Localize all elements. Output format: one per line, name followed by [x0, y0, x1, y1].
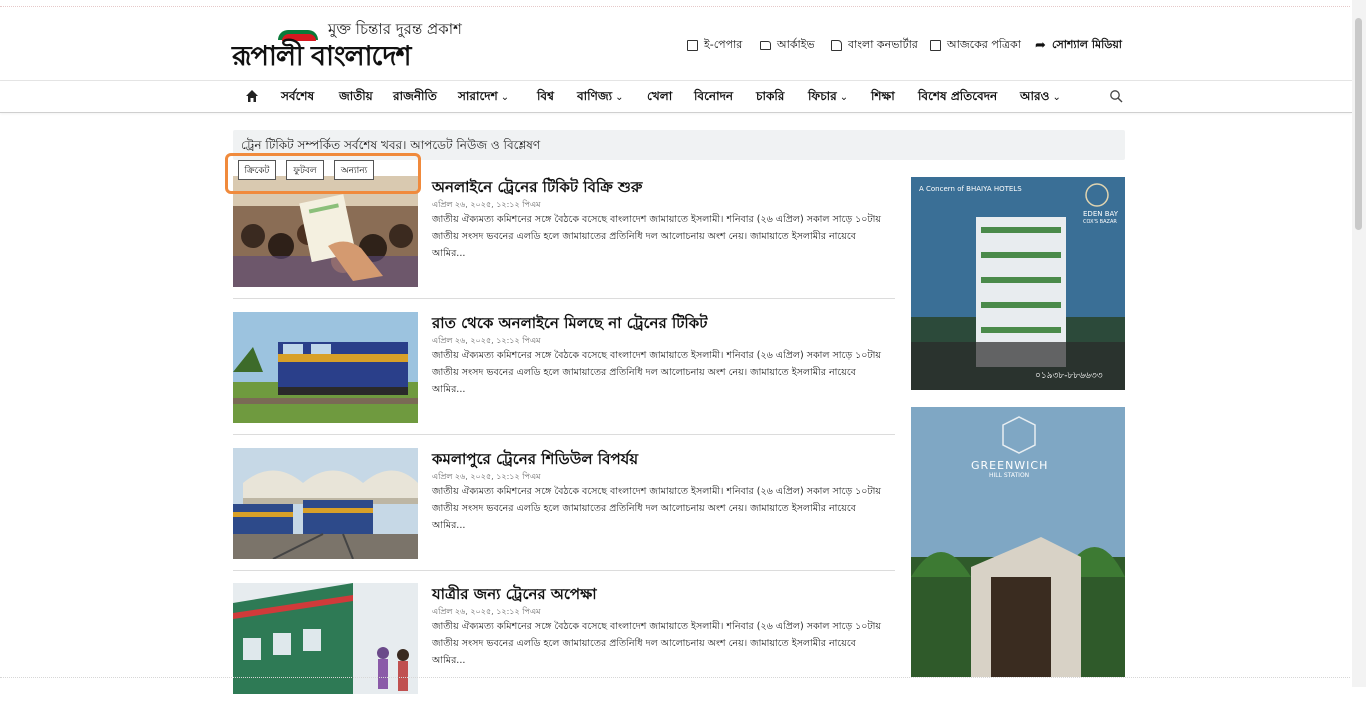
divider — [233, 298, 895, 299]
logo-name: রূপালী বাংলাদেশ — [232, 41, 411, 72]
scrollbar-thumb[interactable] — [1355, 18, 1362, 230]
article-excerpt: জাতীয় ঐক্যমত্য কমিশনের সঙ্গে বৈঠকে বসেছ… — [432, 214, 881, 259]
nav-item-education[interactable]: শিক্ষা — [871, 88, 895, 108]
main-nav: সর্বশেষ জাতীয় রাজনীতি সারাদেশ ⌄ বিশ্ব বা… — [0, 81, 1352, 113]
nav-item-country[interactable]: সারাদেশ ⌄ — [458, 88, 509, 108]
ad-brand: GREENWICH — [971, 459, 1049, 472]
util-link-todays-paper[interactable]: আজকের পত্রিকা — [930, 36, 1021, 55]
nav-item-jobs[interactable]: চাকরি — [756, 88, 784, 108]
article-item[interactable]: রাত থেকে অনলাইনে মিলছে না ট্রেনের টিকিট … — [233, 312, 895, 440]
ad-greenwich[interactable]: GREENWICH HILL STATION — [911, 407, 1125, 677]
chevron-down-icon: ⌄ — [615, 92, 624, 103]
util-link-label: ই-পেপার — [704, 38, 743, 51]
article-excerpt: জাতীয় ঐক্যমত্য কমিশনের সঙ্গে বৈঠকে বসেছ… — [432, 350, 881, 395]
util-link-archive[interactable]: আর্কাইভ — [760, 36, 815, 55]
nav-item-more[interactable]: আরও ⌄ — [1020, 88, 1061, 108]
nav-item-world[interactable]: বিশ্ব — [537, 88, 554, 108]
top-border — [0, 6, 1350, 7]
document-icon — [831, 40, 842, 51]
ad-brand-right: EDEN BAY — [1083, 210, 1119, 218]
nav-item-label: ফিচার — [808, 89, 837, 103]
chip-others[interactable]: অন্যান্য — [334, 160, 374, 180]
nav-item-feature[interactable]: ফিচার ⌄ — [808, 88, 848, 108]
folder-icon — [760, 41, 771, 50]
ad-eden-bay[interactable]: A Concern of BHAIYA HOTELS EDEN BAY COX'… — [911, 177, 1125, 390]
article-excerpt: জাতীয় ঐক্যমত্য কমিশনের সঙ্গে বৈঠকে বসেছ… — [432, 621, 881, 666]
ad-phone: ০১৯৩৮-৮৮৬৬৩৩ — [1035, 371, 1103, 381]
ad-brand-right-sub: COX'S BAZAR — [1083, 219, 1117, 225]
chip-football[interactable]: ফুটবল — [286, 160, 324, 180]
util-link-converter[interactable]: বাংলা কনভার্টার — [831, 36, 918, 55]
nav-item-label: বাণিজ্য — [577, 89, 613, 103]
site-logo[interactable]: মুক্ত চিন্তার দুরন্ত প্রকাশ রূপালী বাংলা… — [232, 16, 462, 78]
util-link-label: বাংলা কনভার্টার — [848, 38, 918, 51]
home-icon[interactable] — [245, 89, 259, 103]
nav-item-politics[interactable]: রাজনীতি — [393, 88, 437, 108]
site-header: মুক্ত চিন্তার দুরন্ত প্রকাশ রূপালী বাংলা… — [0, 8, 1352, 81]
chip-cricket[interactable]: ক্রিকেট — [238, 160, 276, 180]
divider — [233, 570, 895, 571]
divider — [233, 434, 895, 435]
news-icon — [930, 40, 941, 51]
util-link-epaper[interactable]: ই-পেপার — [687, 36, 742, 55]
share-arrow-icon: ➦ — [1035, 38, 1046, 53]
nav-item-sports[interactable]: খেলা — [647, 88, 672, 108]
article-title[interactable]: কমলাপুরে ট্রেনের শিডিউল বিপর্যয় — [432, 448, 638, 473]
article-title[interactable]: যাত্রীর জন্য ট্রেনের অপেক্ষা — [432, 583, 597, 608]
ad-brand-top: A Concern of BHAIYA HOTELS — [919, 185, 1022, 193]
station-image — [233, 448, 418, 559]
search-icon[interactable] — [1109, 89, 1123, 103]
article-title[interactable]: অনলাইনে ট্রেনের টিকিট বিক্রি শুরু — [432, 176, 642, 201]
article-item[interactable]: কমলাপুরে ট্রেনের শিডিউল বিপর্যয় এপ্রিল … — [233, 448, 895, 576]
nav-item-entertainment[interactable]: বিনোদন — [694, 88, 733, 108]
ad-brand-sub: HILL STATION — [989, 472, 1030, 479]
nav-item-latest[interactable]: সর্বশেষ — [281, 88, 314, 108]
scrollbar[interactable] — [1352, 0, 1366, 687]
util-link-label: সোশ্যাল মিডিয়া — [1052, 38, 1123, 51]
article-item[interactable]: অনলাইনে ট্রেনের টিকিট বিক্রি শুরু এপ্রিল… — [233, 176, 895, 304]
nav-item-label: সারাদেশ — [458, 89, 498, 103]
chevron-down-icon: ⌄ — [1052, 92, 1061, 103]
nav-item-label: আরও — [1020, 89, 1050, 103]
ad-building-image — [911, 177, 1125, 390]
chevron-down-icon: ⌄ — [500, 92, 510, 103]
article-excerpt: জাতীয় ঐক্যমত্য কমিশনের সঙ্গে বৈঠকে বসেছ… — [432, 486, 881, 531]
util-link-label: আর্কাইভ — [777, 38, 815, 51]
nav-item-commerce[interactable]: বাণিজ্য ⌄ — [577, 88, 623, 108]
ad-greenwich-image — [911, 407, 1125, 677]
article-thumbnail[interactable] — [233, 312, 418, 423]
article-thumbnail[interactable] — [233, 448, 418, 559]
article-item[interactable]: যাত্রীর জন্য ট্রেনের অপেক্ষা এপ্রিল ২৬, … — [233, 583, 895, 711]
nav-item-special-report[interactable]: বিশেষ প্রতিবেদন — [918, 88, 997, 108]
nav-item-national[interactable]: জাতীয় — [339, 88, 373, 108]
newspaper-icon — [687, 40, 698, 51]
article-title[interactable]: রাত থেকে অনলাইনে মিলছে না ট্রেনের টিকিট — [432, 312, 707, 337]
chevron-down-icon: ⌄ — [839, 92, 849, 103]
util-link-label: আজকের পত্রিকা — [947, 38, 1021, 51]
util-link-social[interactable]: ➦ সোশ্যাল মিডিয়া — [1035, 36, 1122, 55]
bottom-border — [0, 677, 1350, 678]
train-image — [233, 312, 418, 423]
